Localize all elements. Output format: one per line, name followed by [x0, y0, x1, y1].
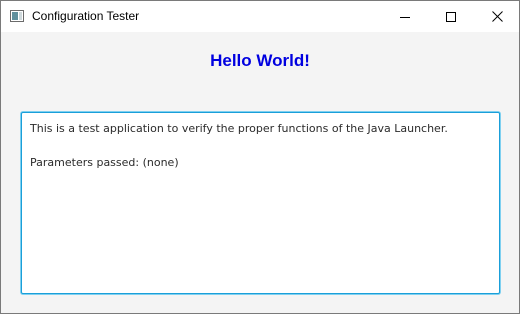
maximize-button[interactable]: [428, 1, 474, 32]
minimize-icon: [400, 16, 410, 18]
output-line-2: [30, 137, 491, 154]
hello-heading: Hello World!: [210, 51, 310, 70]
title-bar[interactable]: Configuration Tester: [1, 1, 519, 32]
output-line-3: Parameters passed: (none): [30, 156, 179, 169]
close-icon: [491, 11, 503, 22]
maximize-icon: [446, 11, 456, 22]
output-text-area[interactable]: This is a test application to verify the…: [21, 112, 500, 294]
close-button[interactable]: [474, 1, 520, 32]
window-title: Configuration Tester: [32, 9, 140, 23]
minimize-button[interactable]: [382, 1, 428, 32]
application-window: Configuration Tester Hello World! This i…: [0, 0, 520, 314]
output-line-1: This is a test application to verify the…: [30, 122, 448, 135]
app-window-icon: [10, 10, 24, 22]
